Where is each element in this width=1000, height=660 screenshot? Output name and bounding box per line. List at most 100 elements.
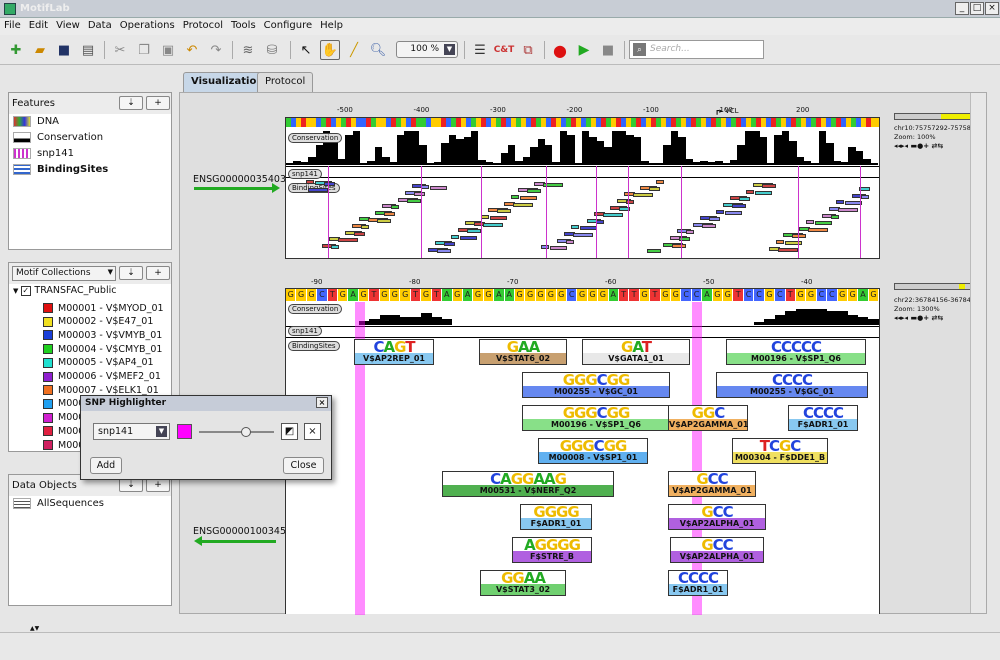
conservation-track-1 [286,129,879,165]
binding-site-motif[interactable]: GGGCGG M00008 - V$SP1_01 [538,438,648,464]
binding-site-motif[interactable]: GGC V$AP2GAMMA_01 [668,405,748,431]
motif-item[interactable]: M00005 - V$AP4_01 [43,356,154,370]
save-icon[interactable]: ■ [54,40,74,60]
zoom-tool-icon[interactable]: 🔍︎ [368,40,388,60]
nucleotide: G [587,289,599,301]
cut-icon[interactable]: ✂ [110,40,130,60]
database-icon[interactable]: ⛁ [262,40,282,60]
maximize-button[interactable]: □ [970,2,984,15]
tab-protocol[interactable]: Protocol [257,72,314,92]
dialog-close-icon[interactable]: × [316,397,328,408]
sequence-2-tracks[interactable]: GGGCTGAGTGGGTGTAGAGGAAGGGGGCGGGATTGTGGCC… [285,288,880,615]
undo-icon[interactable]: ↶ [182,40,202,60]
close-button[interactable]: Close [283,457,324,474]
copy-icon[interactable]: ❐ [134,40,154,60]
paste-icon[interactable]: ▣ [158,40,178,60]
sequence-1-tracks[interactable]: Conservation snp141 BindingSites [285,117,880,259]
menu-help[interactable]: Help [316,18,347,33]
overview-bar-1[interactable] [894,113,972,120]
motif-item[interactable]: M00006 - V$MEF2_01 [43,370,161,384]
binding-site-motif[interactable]: GCC V$AP2ALPHA_01 [668,504,766,530]
feature-item-snp[interactable]: snp141 [13,146,74,161]
binding-site-motif[interactable]: GCC V$AP2GAMMA_01 [668,471,756,497]
redo-icon[interactable]: ↷ [206,40,226,60]
menu-edit[interactable]: Edit [25,18,52,33]
panel-resize-icon[interactable]: ▲▼ [30,625,39,632]
features-add-button[interactable]: + [146,96,170,110]
nav-controls-2[interactable]: ◂◂▸◂ ▬●+ ⇄⇆ [894,314,943,322]
collection-root[interactable]: ▼ ✓ TRANSFAC_Public [13,285,116,296]
window-title: MotifLab [20,3,70,14]
binding-site-motif[interactable]: CCCC F$ADR1_01 [788,405,858,431]
hand-tool-icon[interactable]: ✋ [320,40,340,60]
binding-site-motif[interactable]: GGGCGG M00255 - V$GC_01 [522,372,670,398]
motif-menu-button[interactable]: ⇣ [119,266,143,280]
select-tool-icon[interactable]: ↖ [296,40,316,60]
feature-item-dna[interactable]: DNA [13,114,59,129]
compare-icon[interactable]: ⧉ [518,40,538,60]
data-add-button[interactable]: + [146,478,170,492]
draw-tool-icon[interactable]: ╱ [344,40,364,60]
print-icon[interactable]: ▤ [78,40,98,60]
menu-operations[interactable]: Operations [116,18,179,33]
binding-site-motif[interactable]: GGAA V$STAT3_02 [480,570,566,596]
dna-view-icon[interactable]: C&T [494,40,515,60]
binding-site-motif[interactable]: CCCC F$ADR1_01 [668,570,728,596]
binding-site-motif[interactable]: AGGGG F$STRE_B [512,537,592,563]
menu-configure[interactable]: Configure [260,18,316,33]
vertical-scrollbar[interactable] [970,93,986,613]
conservation-label-1: Conservation [288,133,343,143]
slider-handle[interactable] [241,427,251,437]
sequence-icon[interactable]: ≋ [238,40,258,60]
binding-site-motif[interactable]: CAGGAAG M00531 - V$NERF_Q2 [442,471,614,497]
track-select[interactable]: snp141 ▼ [93,423,170,440]
feature-item-conservation[interactable]: Conservation [13,130,103,145]
record-icon[interactable]: ● [550,40,570,60]
binding-site-motif[interactable]: GAT V$GATA1_01 [582,339,690,365]
binding-site-motif[interactable]: TCGC M00304 - F$DDE1_B [732,438,828,464]
binding-site-motif[interactable]: CCCC M00255 - V$GC_01 [716,372,868,398]
motif-add-button[interactable]: + [146,266,170,280]
motif-item[interactable]: M00001 - V$MYOD_01 [43,301,164,315]
menu-tools[interactable]: Tools [227,18,260,33]
minimize-button[interactable]: _ [955,2,969,15]
data-item-allsequences[interactable]: AllSequences [13,496,104,511]
open-icon[interactable]: ▰ [30,40,50,60]
binding-site-motif[interactable]: CAGT V$AP2REP_01 [354,339,434,365]
nucleotide: C [566,289,578,301]
menu-data[interactable]: Data [84,18,116,33]
motif-label: F$STRE_B [530,552,574,561]
binding-site-motif[interactable]: GGGCGG M00196 - V$SP1_Q6 [522,405,670,431]
motif-item[interactable]: M00004 - V$CMYB_01 [43,342,162,356]
motif-collections-dropdown[interactable]: Motif Collections ▼ [12,266,116,281]
checkbox-icon[interactable]: ✓ [21,285,32,296]
motif-item[interactable]: M00002 - V$E47_01 [43,315,153,329]
add-button[interactable]: Add [90,457,122,474]
close-window-button[interactable]: × [985,2,999,15]
nav-controls-1[interactable]: ◂◂▸◂ ▬●+ ⇄⇆ [894,142,943,150]
sequence-logo: CCCC [677,569,719,587]
menu-view[interactable]: View [52,18,84,33]
new-icon[interactable]: ✚ [6,40,26,60]
binding-sites-track-1 [286,166,879,258]
data-menu-button[interactable]: ⇣ [119,478,143,492]
features-menu-button[interactable]: ⇣ [119,96,143,110]
edit-icon[interactable]: ◩ [281,423,298,440]
binding-site-motif[interactable]: GGGG F$ADR1_01 [520,504,592,530]
list-view-icon[interactable]: ☰ [470,40,490,60]
binding-site-motif[interactable]: CCCCC M00196 - V$SP1_Q6 [726,339,866,365]
menu-protocol[interactable]: Protocol [179,18,227,33]
menu-file[interactable]: File [0,18,25,33]
opacity-slider[interactable] [199,427,274,437]
binding-site-motif[interactable]: GCC V$AP2ALPHA_01 [670,537,764,563]
feature-item-bindingsites[interactable]: BindingSites [13,162,108,177]
remove-icon[interactable]: × [304,423,321,440]
color-swatch[interactable] [177,424,192,439]
zoom-select[interactable]: 100 % ▼ [396,41,458,58]
binding-site-motif[interactable]: GAA V$STAT6_02 [479,339,567,365]
search-input[interactable]: ⌕ Search... [629,40,764,59]
motif-item[interactable]: M00003 - V$VMYB_01 [43,328,162,342]
overview-bar-2[interactable] [894,283,972,290]
play-icon[interactable]: ▶ [574,40,594,60]
stop-icon[interactable]: ■ [598,40,618,60]
